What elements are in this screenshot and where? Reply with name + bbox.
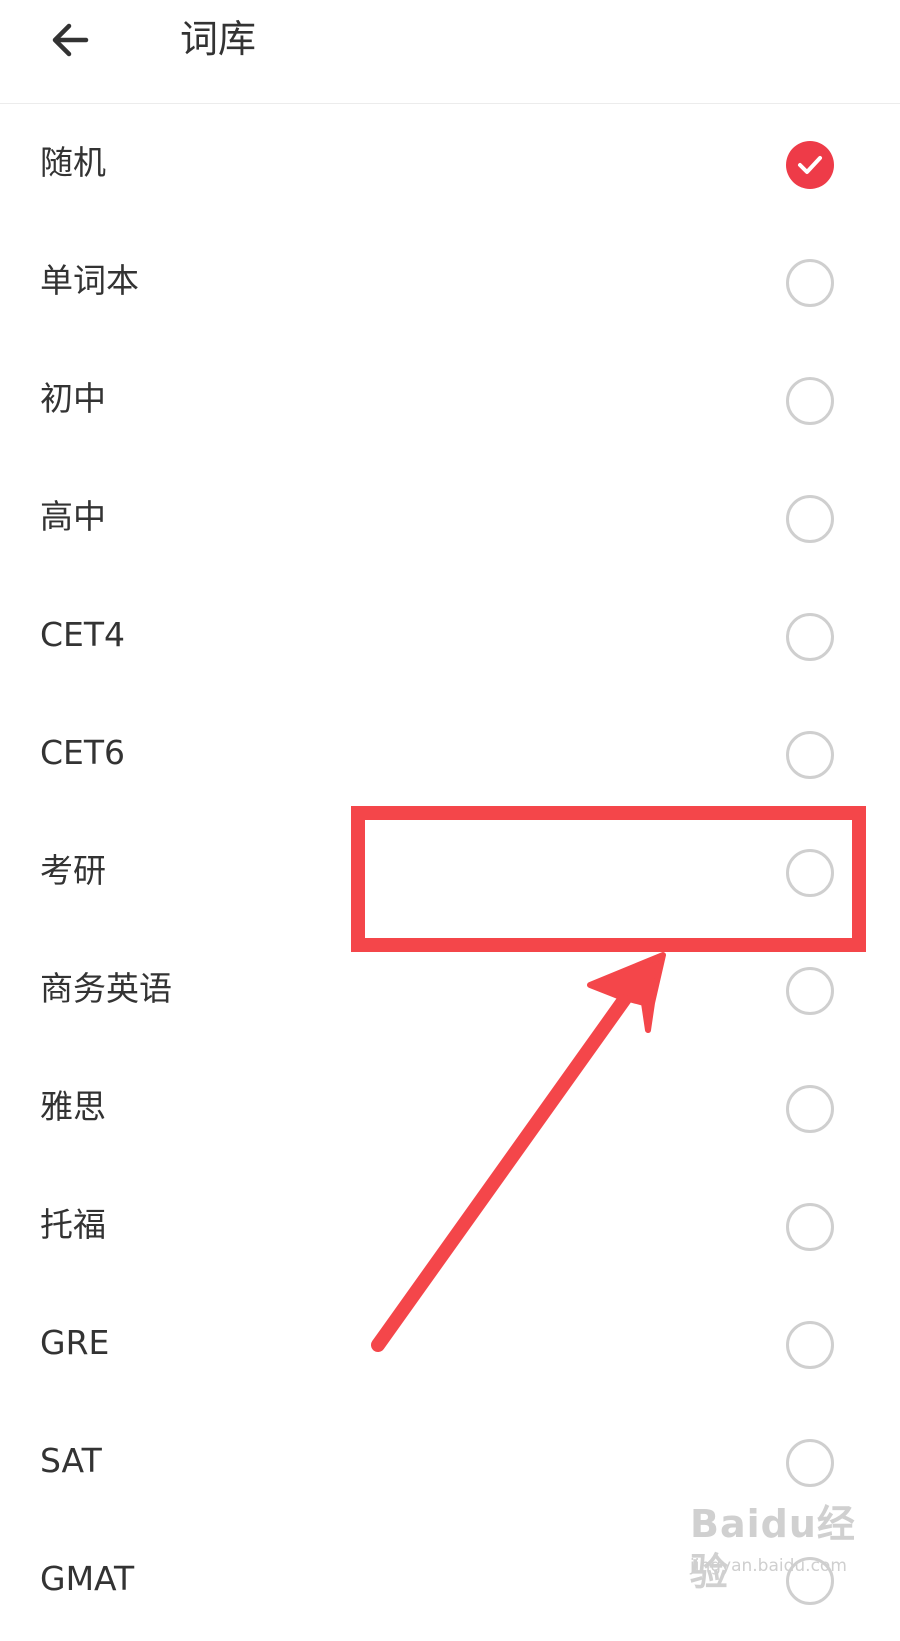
radio-unchecked-icon[interactable] [786, 259, 834, 307]
list-item-senior-high[interactable]: 高中 [0, 459, 900, 579]
list-item-label: GMAT [40, 1559, 135, 1598]
radio-unchecked-icon[interactable] [786, 1085, 834, 1133]
radio-unchecked-icon[interactable] [786, 495, 834, 543]
list-item-label: 高中 [40, 497, 106, 536]
list-item-postgraduate[interactable]: 考研 [0, 813, 900, 933]
list-item-label: 考研 [40, 851, 106, 890]
list-item-gmat[interactable]: GMAT [0, 1521, 900, 1641]
list-item-label: 雅思 [40, 1087, 106, 1126]
list-item-cet4[interactable]: CET4 [0, 577, 900, 697]
list-item-label: CET6 [40, 733, 126, 772]
radio-unchecked-icon[interactable] [786, 1439, 834, 1487]
radio-unchecked-icon[interactable] [786, 613, 834, 661]
list-item-random[interactable]: 随机 [0, 105, 900, 225]
list-item-label: 初中 [40, 379, 106, 418]
list-item-cet6[interactable]: CET6 [0, 695, 900, 815]
app-header: 词库 [0, 0, 900, 104]
radio-unchecked-icon[interactable] [786, 1557, 834, 1605]
list-item-ielts[interactable]: 雅思 [0, 1049, 900, 1169]
radio-unchecked-icon[interactable] [786, 1203, 834, 1251]
list-item-label: 随机 [40, 143, 106, 182]
list-item-junior-high[interactable]: 初中 [0, 341, 900, 461]
radio-unchecked-icon[interactable] [786, 1321, 834, 1369]
radio-unchecked-icon[interactable] [786, 967, 834, 1015]
list-item-sat[interactable]: SAT [0, 1403, 900, 1523]
arrow-left-icon [52, 23, 89, 57]
radio-unchecked-icon[interactable] [786, 377, 834, 425]
radio-unchecked-icon[interactable] [786, 731, 834, 779]
list-item-gre[interactable]: GRE [0, 1285, 900, 1405]
list-item-label: 托福 [40, 1205, 106, 1244]
list-item-business-english[interactable]: 商务英语 [0, 931, 900, 1051]
list-item-label: CET4 [40, 615, 126, 654]
list-item-label: SAT [40, 1441, 102, 1480]
check-icon [798, 156, 822, 174]
page-title: 词库 [180, 17, 257, 61]
radio-unchecked-icon[interactable] [786, 849, 834, 897]
list-item-label: 商务英语 [40, 969, 172, 1008]
list-item-label: 单词本 [40, 261, 139, 300]
back-button[interactable] [40, 14, 96, 70]
list-item-vocab-book[interactable]: 单词本 [0, 223, 900, 343]
radio-checked-icon[interactable] [786, 141, 834, 189]
list-item-label: GRE [40, 1323, 110, 1362]
list-item-toefl[interactable]: 托福 [0, 1167, 900, 1287]
